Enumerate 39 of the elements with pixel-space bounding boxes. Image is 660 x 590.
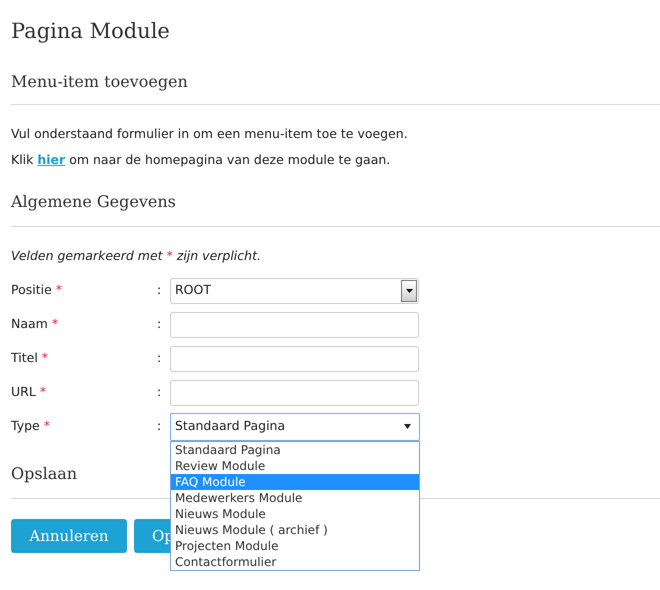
required-asterisk: * xyxy=(40,383,46,402)
colon: : xyxy=(157,417,162,436)
required-note: Velden gemarkeerd met * zijn verplicht. xyxy=(11,247,262,265)
text-field[interactable] xyxy=(170,346,419,372)
caret-icon xyxy=(404,424,411,430)
field-label: URL xyxy=(11,383,36,402)
section-heading: Menu-item toevoegen xyxy=(11,70,189,92)
select-value: Standaard Pagina xyxy=(175,417,286,436)
select-field[interactable]: Standaard Pagina xyxy=(170,412,420,441)
dropdown-option[interactable]: Medewerkers Module xyxy=(171,490,419,506)
field-label: Titel xyxy=(11,349,38,368)
select-field[interactable]: ROOT xyxy=(170,278,419,304)
section-heading: Opslaan xyxy=(11,462,78,485)
colon: : xyxy=(157,349,162,368)
required-asterisk: * xyxy=(44,417,50,436)
select-value: ROOT xyxy=(175,281,211,300)
dropdown-option[interactable]: Standaard Pagina xyxy=(171,442,419,458)
dropdown-option[interactable]: Nieuws Module xyxy=(171,506,419,522)
dropdown-option[interactable]: Projecten Module xyxy=(171,538,419,554)
page-title: Pagina Module xyxy=(11,18,171,45)
colon: : xyxy=(157,281,162,300)
field-label: Naam xyxy=(11,315,48,334)
text-field[interactable] xyxy=(170,380,419,406)
dropdown-option[interactable]: Review Module xyxy=(171,458,419,474)
required-asterisk: * xyxy=(42,349,48,368)
field-label: Type xyxy=(11,417,40,436)
link-text: Klik hier om naar de homepagina van deze module te gaan. xyxy=(11,151,392,170)
colon: : xyxy=(157,315,162,334)
dropdown-option[interactable]: Contactformulier xyxy=(171,554,419,570)
section-heading: Algemene Gegevens xyxy=(11,191,177,213)
field-label: Positie xyxy=(11,281,52,300)
text-field[interactable] xyxy=(170,312,419,338)
intro-text: Vul onderstaand formulier in om een menu-item toe te voegen. xyxy=(11,124,409,143)
required-asterisk: * xyxy=(56,281,62,300)
dropdown-button[interactable] xyxy=(401,280,417,302)
dropdown-option[interactable]: Nieuws Module ( archief ) xyxy=(171,522,419,538)
required-asterisk: * xyxy=(52,315,58,334)
caret-icon xyxy=(406,288,412,293)
colon: : xyxy=(157,383,162,402)
